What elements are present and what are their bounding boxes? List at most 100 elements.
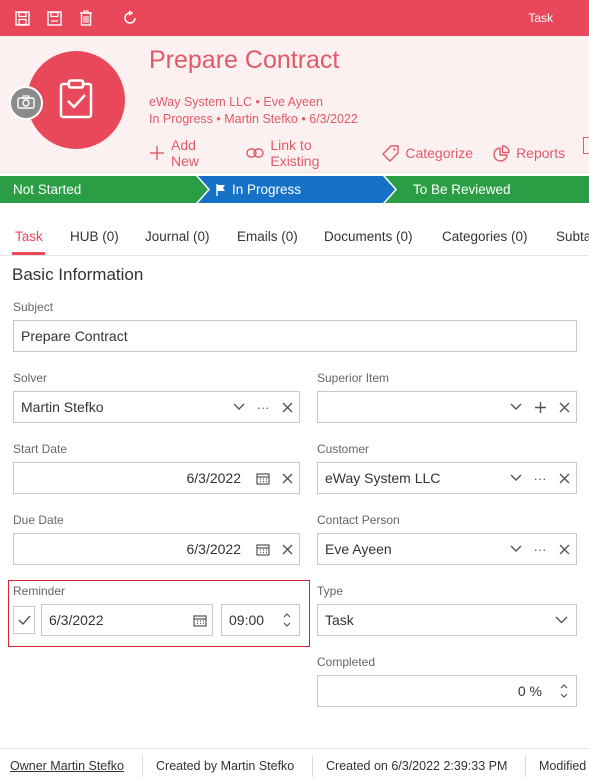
created-on: Created on 6/3/2022 2:39:33 PM: [326, 759, 508, 773]
stage-label: In Progress: [232, 182, 302, 197]
reports-label: Reports: [516, 145, 566, 161]
more-icon[interactable]: ···: [251, 400, 275, 415]
tab-journal[interactable]: Journal (0): [145, 229, 210, 244]
close-icon[interactable]: [275, 544, 299, 555]
completed-value: 0 %: [517, 683, 542, 699]
divider: [525, 755, 526, 777]
process-bar: Not Started In Progress To Be Reviewed: [0, 176, 589, 203]
record-meta-line-2: In Progress • Martin Stefko • 6/3/2022: [149, 112, 358, 126]
title-bar: Task: [0, 0, 589, 36]
customer-field[interactable]: eWay System LLC ···: [317, 462, 577, 494]
type-select[interactable]: Task: [317, 604, 577, 636]
record-header: Prepare Contract eWay System LLC • Eve A…: [0, 36, 589, 173]
tab-categories[interactable]: Categories (0): [442, 229, 528, 244]
record-footer: Owner Martin Stefko Created by Martin St…: [0, 748, 589, 780]
type-value: Task: [325, 612, 354, 628]
clipboard-check-icon: [59, 78, 93, 122]
add-new-button[interactable]: Add New: [149, 137, 226, 169]
reminder-date-field[interactable]: 6/3/2022: [41, 604, 213, 636]
refresh-icon[interactable]: [121, 9, 139, 27]
subject-field[interactable]: Prepare Contract: [13, 320, 577, 352]
close-icon[interactable]: [275, 402, 299, 413]
subject-label: Subject: [13, 300, 54, 314]
chevron-down-icon[interactable]: [227, 403, 251, 411]
reminder-time-value: 09:00: [229, 612, 265, 628]
modified: Modified: [539, 759, 587, 773]
customer-label: Customer: [317, 442, 370, 456]
spinner-icon[interactable]: [552, 683, 576, 699]
divider: [142, 755, 143, 777]
spinner-icon[interactable]: [275, 612, 299, 628]
trash-icon[interactable]: [77, 9, 95, 27]
more-icon[interactable]: ···: [528, 542, 552, 557]
add-new-label: Add New: [171, 137, 200, 169]
link-icon: [246, 147, 265, 159]
due-date-field[interactable]: 6/3/2022: [13, 533, 300, 565]
chevron-down-icon[interactable]: [504, 474, 528, 482]
flag-icon: [216, 183, 226, 196]
record-meta-line-1: eWay System LLC • Eve Ayeen: [149, 95, 323, 109]
stage-label: To Be Reviewed: [413, 182, 511, 197]
reminder-time-field[interactable]: 09:00: [221, 604, 300, 636]
check-icon: [18, 613, 31, 628]
stage-in-progress[interactable]: In Progress: [216, 176, 301, 203]
section-title: Basic Information: [12, 265, 144, 284]
start-date-field[interactable]: 6/3/2022: [13, 462, 300, 494]
calendar-icon[interactable]: [251, 543, 275, 556]
chevron-down-icon[interactable]: [504, 403, 528, 411]
stage-not-started[interactable]: Not Started: [13, 176, 81, 203]
active-tab-indicator: [12, 252, 45, 255]
contact-person-label: Contact Person: [317, 513, 400, 527]
reports-button[interactable]: Reports: [493, 137, 565, 169]
page-title: Prepare Contract: [149, 46, 340, 74]
subject-value: Prepare Contract: [21, 328, 128, 344]
tab-subtasks[interactable]: Subta: [556, 229, 589, 244]
stage-to-be-reviewed[interactable]: To Be Reviewed: [413, 176, 511, 203]
categorize-button[interactable]: Categorize: [382, 137, 473, 169]
close-icon[interactable]: [275, 473, 299, 484]
link-to-existing-button[interactable]: Link to Existing: [246, 137, 362, 169]
close-icon[interactable]: [552, 402, 576, 413]
completed-field[interactable]: 0 %: [317, 675, 577, 707]
chevron-down-icon[interactable]: [546, 616, 576, 624]
overflow-action-icon[interactable]: [583, 137, 589, 154]
tab-emails[interactable]: Emails (0): [237, 229, 298, 244]
close-icon[interactable]: [552, 473, 576, 484]
chevron-down-icon[interactable]: [504, 545, 528, 553]
close-icon[interactable]: [552, 544, 576, 555]
reminder-label: Reminder: [13, 584, 66, 598]
reminder-checkbox[interactable]: [13, 606, 35, 634]
reminder-date-value: 6/3/2022: [49, 612, 104, 628]
contact-person-value: Eve Ayeen: [325, 541, 392, 557]
solver-field[interactable]: Martin Stefko ···: [13, 391, 300, 423]
completed-label: Completed: [317, 655, 376, 669]
divider: [312, 755, 313, 777]
categorize-label: Categorize: [405, 145, 474, 161]
tab-task[interactable]: Task: [15, 229, 43, 244]
type-label: Type: [317, 584, 344, 598]
camera-icon: [17, 94, 35, 112]
link-to-existing-label: Link to Existing: [270, 137, 320, 169]
solver-value: Martin Stefko: [21, 399, 104, 415]
window-title: Task: [528, 11, 553, 25]
save-icon[interactable]: [45, 9, 63, 27]
owner-link[interactable]: Owner Martin Stefko: [10, 759, 124, 773]
created-by: Created by Martin Stefko: [156, 759, 295, 773]
solver-label: Solver: [13, 371, 48, 385]
tab-bar: Task HUB (0) Journal (0) Emails (0) Docu…: [0, 216, 589, 256]
tab-hub[interactable]: HUB (0): [70, 229, 119, 244]
stage-label: Not Started: [13, 182, 82, 197]
more-icon[interactable]: ···: [528, 471, 552, 486]
calendar-icon[interactable]: [251, 472, 275, 485]
calendar-icon[interactable]: [188, 614, 212, 627]
plus-icon: [149, 145, 165, 161]
change-photo-button[interactable]: [9, 86, 43, 120]
tab-documents[interactable]: Documents (0): [324, 229, 413, 244]
save-close-icon[interactable]: [13, 9, 31, 27]
customer-value: eWay System LLC: [325, 470, 441, 486]
action-bar: Add New Link to Existing Categorize Repo…: [149, 137, 589, 169]
superior-item-field[interactable]: [317, 391, 577, 423]
start-date-label: Start Date: [13, 442, 68, 456]
contact-person-field[interactable]: Eve Ayeen ···: [317, 533, 577, 565]
plus-icon[interactable]: [528, 401, 552, 413]
